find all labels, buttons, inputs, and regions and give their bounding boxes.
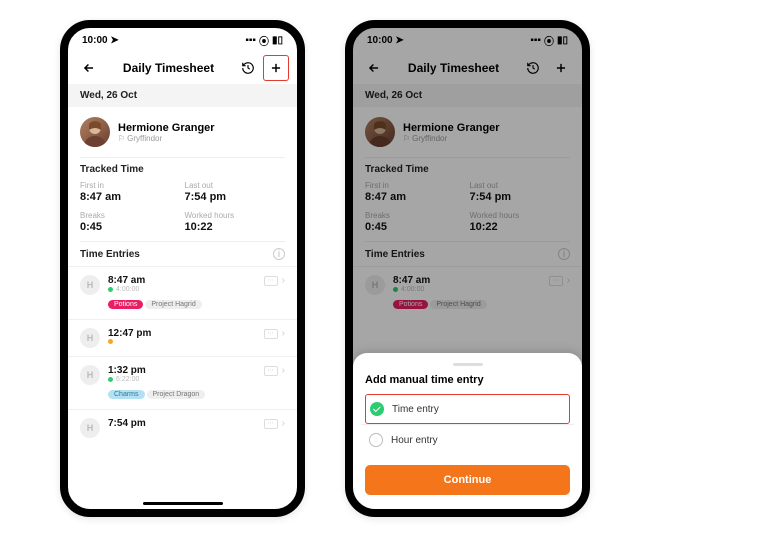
user-row: Hermione Granger ⚐Gryffindor — [68, 107, 297, 157]
tracked-time-grid: First in8:47 am Last out7:54 pm Breaks0:… — [68, 179, 297, 241]
note-icon: ⋯ — [549, 276, 563, 286]
option-time-entry[interactable]: Time entry — [365, 394, 570, 424]
radio-checked-icon — [370, 402, 384, 416]
radio-icon — [369, 433, 383, 447]
note-icon: ⋯ — [264, 329, 278, 339]
entry-duration: 4:00:00 — [108, 286, 256, 293]
worked-value: 10:22 — [185, 221, 286, 233]
time-entry-row[interactable]: H 7:54 pm ⋯ › — [68, 409, 297, 446]
add-entry-sheet: Add manual time entry Time entry Hour en… — [353, 353, 582, 509]
time-entry-row[interactable]: H 8:47 am4:00:00 PotionsProject Hagrid ⋯ › — [68, 266, 297, 319]
wifi-icon: ⦿ — [259, 33, 269, 48]
entry-tag: Potions — [393, 300, 428, 309]
entry-tag: Project Hagrid — [145, 300, 201, 309]
entry-time: 1:32 pm — [108, 365, 256, 376]
entry-avatar: H — [80, 275, 100, 295]
time-entry-row[interactable]: H 8:47 am4:00:00 PotionsProject Hagrid ⋯ › — [353, 266, 582, 319]
time-entries-list: H8:47 am4:00:00PotionsProject Hagrid⋯›H1… — [68, 266, 297, 509]
note-icon: ⋯ — [264, 366, 278, 376]
entry-tag: Charms — [108, 390, 145, 399]
entry-avatar: H — [80, 418, 100, 438]
entry-duration: 6:22:00 — [108, 376, 256, 383]
chevron-right-icon: › — [282, 418, 285, 429]
chevron-right-icon: › — [282, 275, 285, 286]
note-icon: ⋯ — [264, 276, 278, 286]
first-in-value: 8:47 am — [80, 191, 181, 203]
entry-duration — [108, 339, 256, 344]
entry-time: 7:54 pm — [108, 418, 256, 429]
entry-avatar: H — [80, 328, 100, 348]
history-button[interactable] — [520, 55, 546, 81]
last-out-value: 7:54 pm — [185, 191, 286, 203]
back-button[interactable] — [361, 55, 387, 81]
sheet-handle[interactable] — [453, 363, 483, 366]
app-header: Daily Timesheet — [68, 52, 297, 84]
entry-duration: 4:00:00 — [393, 286, 541, 293]
status-bar: 10:00 ➤ ▪▪▪⦿▮▯ — [353, 28, 582, 52]
avatar — [80, 117, 110, 147]
home-indicator — [143, 502, 223, 505]
continue-button[interactable]: Continue — [365, 465, 570, 495]
team-icon: ⚐ — [118, 134, 125, 143]
status-bar: 10:00 ➤ ▪▪▪ ⦿ ▮▯ — [68, 28, 297, 52]
status-dot — [108, 287, 113, 292]
app-header: Daily Timesheet — [353, 52, 582, 84]
note-icon: ⋯ — [264, 419, 278, 429]
info-icon[interactable]: i — [273, 248, 285, 260]
time-entry-row[interactable]: H 1:32 pm6:22:00 CharmsProject Dragon ⋯ › — [68, 356, 297, 409]
user-name: Hermione Granger — [118, 122, 215, 134]
date-bar: Wed, 26 Oct — [68, 84, 297, 107]
add-entry-button[interactable] — [263, 55, 289, 81]
entry-avatar: H — [80, 365, 100, 385]
status-dot — [108, 339, 113, 344]
avatar — [365, 117, 395, 147]
tracked-time-title: Tracked Time — [68, 158, 297, 179]
back-button[interactable] — [76, 55, 102, 81]
entry-tag: Project Hagrid — [430, 300, 486, 309]
status-indicators: ▪▪▪ ⦿ ▮▯ — [245, 33, 283, 48]
info-icon[interactable]: i — [558, 248, 570, 260]
option-hour-entry[interactable]: Hour entry — [365, 425, 570, 455]
chevron-right-icon: › — [567, 275, 570, 286]
page-title: Daily Timesheet — [123, 61, 214, 75]
entry-time: 8:47 am — [108, 275, 256, 286]
breaks-value: 0:45 — [80, 221, 181, 233]
history-button[interactable] — [235, 55, 261, 81]
phone-add-entry-sheet: 10:00 ➤ ▪▪▪⦿▮▯ Daily Timesheet Wed, 26 O… — [345, 20, 590, 517]
user-team: ⚐Gryffindor — [118, 134, 215, 143]
add-entry-button[interactable] — [548, 55, 574, 81]
status-dot — [108, 377, 113, 382]
chevron-right-icon: › — [282, 328, 285, 339]
entry-avatar: H — [365, 275, 385, 295]
signal-icon: ▪▪▪ — [245, 35, 256, 46]
phone-daily-timesheet: 10:00 ➤ ▪▪▪ ⦿ ▮▯ Daily Timesheet Wed, 26… — [60, 20, 305, 517]
sheet-title: Add manual time entry — [365, 374, 570, 386]
battery-icon: ▮▯ — [272, 35, 283, 46]
entry-time: 12:47 pm — [108, 328, 256, 339]
status-dot — [393, 287, 398, 292]
time-entries-title: Time Entries — [80, 249, 140, 260]
time-entry-row[interactable]: H 12:47 pm ⋯ › — [68, 319, 297, 356]
entry-tag: Project Dragon — [147, 390, 206, 399]
location-icon: ➤ — [110, 35, 118, 46]
entry-tag: Potions — [108, 300, 143, 309]
chevron-right-icon: › — [282, 365, 285, 376]
entry-time: 8:47 am — [393, 275, 541, 286]
